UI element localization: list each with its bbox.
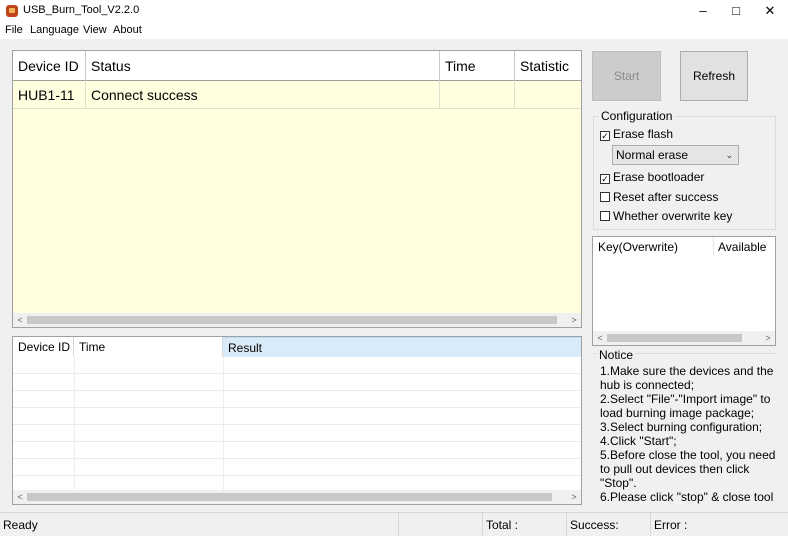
- log-column-result[interactable]: Result: [223, 337, 581, 357]
- device-table[interactable]: Device ID Status Time Statistic HUB1-11 …: [12, 50, 582, 328]
- log-column-time[interactable]: Time: [74, 337, 223, 357]
- scroll-thumb[interactable]: [27, 493, 552, 501]
- notice-line: 3.Select burning configuration;: [600, 420, 763, 434]
- divider: [713, 237, 714, 255]
- notice-title: Notice: [597, 348, 636, 362]
- scroll-left-icon[interactable]: <: [13, 313, 27, 327]
- column-device-id[interactable]: Device ID: [13, 51, 86, 81]
- list-item[interactable]: [13, 391, 581, 408]
- notice-line: 5.Before close the tool, you need to pul…: [600, 448, 776, 490]
- checkbox-checked-icon[interactable]: ✓: [600, 131, 610, 141]
- notice-line: 4.Click "Start";: [600, 434, 677, 448]
- key-table-hscrollbar[interactable]: < >: [593, 331, 775, 345]
- checkbox-unchecked-icon[interactable]: [600, 211, 610, 221]
- erase-flash-label: Erase flash: [613, 127, 674, 141]
- device-table-header: Device ID Status Time Statistic: [13, 51, 581, 81]
- checkbox-checked-icon[interactable]: ✓: [600, 174, 610, 184]
- notice-text: 1.Make sure the devices and the hub is c…: [600, 364, 778, 506]
- scroll-right-icon[interactable]: >: [761, 331, 775, 345]
- checkbox-unchecked-icon[interactable]: [600, 192, 610, 202]
- menu-file[interactable]: File: [5, 24, 23, 36]
- notice-line: 2.Select "File"-"Import image" to load b…: [600, 392, 771, 420]
- erase-bootloader-label: Erase bootloader: [613, 170, 705, 184]
- notice-line: 1.Make sure the devices and the hub is c…: [600, 364, 774, 392]
- cell-device-id: HUB1-11: [13, 81, 86, 109]
- maximize-button[interactable]: □: [719, 0, 753, 22]
- status-blank: [398, 513, 482, 536]
- list-item[interactable]: [13, 442, 581, 459]
- scroll-thumb[interactable]: [607, 334, 742, 342]
- cell-statistic: [515, 81, 581, 109]
- erase-mode-value: Normal erase: [616, 148, 689, 162]
- reset-after-success-checkbox[interactable]: Reset after success: [600, 189, 718, 205]
- status-total: Total :: [482, 513, 566, 536]
- log-table-header: Device ID Time Result: [13, 337, 581, 357]
- title-bar: USB_Burn_Tool_V2.2.0 – □ ✕: [0, 0, 788, 22]
- key-column-key[interactable]: Key(Overwrite): [598, 239, 678, 255]
- menu-language[interactable]: Language: [30, 24, 79, 36]
- notice-line: 6.Please click "stop" & close tool: [600, 490, 774, 504]
- app-icon: [6, 5, 18, 17]
- list-item[interactable]: [13, 459, 581, 476]
- device-table-hscrollbar[interactable]: < >: [13, 313, 581, 327]
- erase-flash-checkbox[interactable]: ✓ Erase flash: [600, 126, 673, 142]
- chevron-down-icon[interactable]: ⌄: [725, 146, 733, 164]
- scroll-right-icon[interactable]: >: [567, 313, 581, 327]
- overwrite-key-label: Whether overwrite key: [613, 209, 733, 223]
- scroll-right-icon[interactable]: >: [567, 490, 581, 504]
- menu-bar: File Language View About: [0, 22, 788, 39]
- key-column-available[interactable]: Available: [718, 239, 766, 255]
- erase-bootloader-checkbox[interactable]: ✓ Erase bootloader: [600, 169, 704, 185]
- start-button[interactable]: Start: [592, 51, 661, 101]
- scroll-left-icon[interactable]: <: [593, 331, 607, 345]
- log-column-device-id[interactable]: Device ID: [13, 337, 74, 357]
- configuration-title: Configuration: [599, 109, 675, 123]
- status-error: Error :: [650, 513, 788, 536]
- overwrite-key-checkbox[interactable]: Whether overwrite key: [600, 208, 732, 224]
- list-item[interactable]: [13, 425, 581, 442]
- menu-view[interactable]: View: [83, 24, 107, 36]
- list-item[interactable]: [13, 357, 581, 374]
- list-item[interactable]: [13, 408, 581, 425]
- column-status[interactable]: Status: [86, 51, 440, 81]
- column-time[interactable]: Time: [440, 51, 515, 81]
- reset-after-success-label: Reset after success: [613, 190, 719, 204]
- refresh-button[interactable]: Refresh: [680, 51, 748, 101]
- cell-time: [440, 81, 515, 109]
- cell-status: Connect success: [86, 81, 440, 109]
- log-table-hscrollbar[interactable]: < >: [13, 490, 581, 504]
- key-table[interactable]: Key(Overwrite) Available < >: [592, 236, 776, 346]
- scroll-thumb[interactable]: [27, 316, 557, 324]
- status-bar: Ready Total : Success: Error :: [0, 512, 788, 536]
- table-row[interactable]: HUB1-11 Connect success: [13, 81, 581, 109]
- window-title: USB_Burn_Tool_V2.2.0: [23, 4, 140, 16]
- log-table[interactable]: Device ID Time Result < >: [12, 336, 582, 505]
- column-statistic[interactable]: Statistic: [515, 51, 581, 81]
- erase-mode-select[interactable]: Normal erase ⌄: [612, 145, 739, 165]
- close-button[interactable]: ✕: [753, 0, 787, 22]
- status-ready: Ready: [3, 518, 38, 532]
- minimize-button[interactable]: –: [686, 0, 720, 22]
- list-item[interactable]: [13, 374, 581, 391]
- status-success: Success:: [566, 513, 650, 536]
- scroll-left-icon[interactable]: <: [13, 490, 27, 504]
- menu-about[interactable]: About: [113, 24, 142, 36]
- configuration-group: Configuration ✓ Erase flash ✓ Erase bootlo…: [593, 109, 776, 230]
